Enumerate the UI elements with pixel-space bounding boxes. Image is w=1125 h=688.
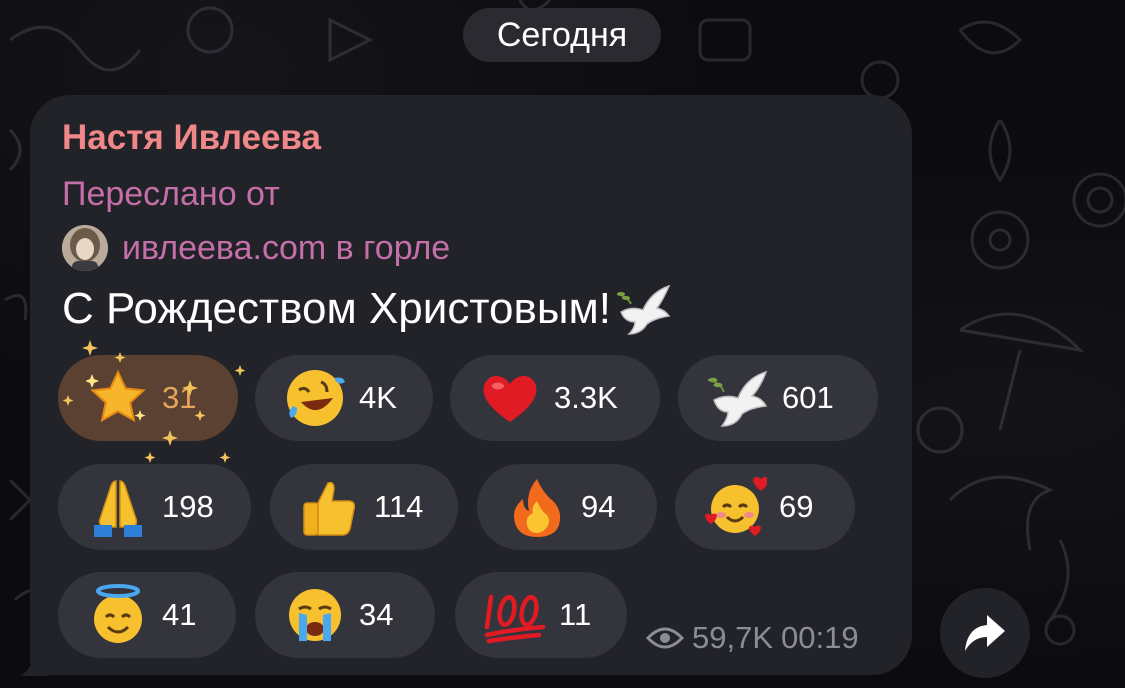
- red-heart-icon: [483, 375, 537, 422]
- reaction-thumbs-up[interactable]: 114: [270, 464, 458, 550]
- reaction-count: 11: [559, 597, 592, 632]
- forwarded-label: Переслано от: [62, 175, 280, 213]
- reaction-count: 198: [162, 489, 214, 524]
- message-time: 00:19: [781, 620, 859, 655]
- eye-icon: [646, 627, 684, 649]
- dove-icon: [707, 370, 768, 427]
- message-text: С Рождеством Христовым!: [62, 282, 673, 336]
- reaction-crying[interactable]: 34: [255, 572, 435, 658]
- reaction-rolling-laughing[interactable]: 4K: [255, 355, 433, 441]
- reaction-count: 34: [359, 597, 394, 632]
- reaction-count: 3.3K: [554, 380, 618, 415]
- reaction-count: 94: [581, 489, 616, 524]
- reaction-hundred-points[interactable]: 11: [455, 572, 627, 658]
- view-count: 59,7K: [692, 620, 774, 655]
- date-separator: Сегодня: [463, 8, 661, 62]
- reaction-count: 69: [779, 489, 814, 524]
- reaction-dove[interactable]: 601: [678, 355, 878, 441]
- crying-icon: [289, 589, 341, 641]
- reaction-fire[interactable]: 94: [477, 464, 657, 550]
- forwarded-source[interactable]: ивлеева.com в горле: [62, 224, 450, 272]
- reaction-red-heart[interactable]: 3.3K: [450, 355, 660, 441]
- message-meta: 59,7K 00:19: [646, 620, 859, 656]
- sparkles-effect: [62, 340, 246, 463]
- sender-name[interactable]: Настя Ивлеева: [62, 118, 321, 158]
- smiling-hearts-icon: [705, 477, 767, 536]
- reaction-count: 114: [374, 489, 424, 524]
- reaction-count: 4K: [359, 380, 397, 415]
- reaction-count: 601: [782, 380, 834, 415]
- fire-icon: [514, 479, 561, 537]
- avatar[interactable]: [62, 225, 108, 271]
- forwarded-channel-name[interactable]: ивлеева.com в горле: [122, 229, 450, 268]
- reaction-folded-hands[interactable]: 198: [58, 464, 251, 550]
- forward-arrow-icon: [965, 615, 1005, 651]
- rolling-laughing-icon: [287, 370, 345, 426]
- dove-icon: [616, 284, 671, 335]
- reaction-count: 41: [162, 597, 197, 632]
- halo-icon: [94, 584, 142, 643]
- message-text-content: С Рождеством Христовым!: [62, 284, 611, 333]
- reaction-halo[interactable]: 41: [58, 572, 236, 658]
- thumbs-up-icon: [303, 481, 356, 536]
- folded-hands-icon: [94, 480, 142, 537]
- reaction-smiling-hearts[interactable]: 69: [675, 464, 855, 550]
- hundred-points-icon: [484, 594, 546, 644]
- share-button[interactable]: [940, 588, 1030, 678]
